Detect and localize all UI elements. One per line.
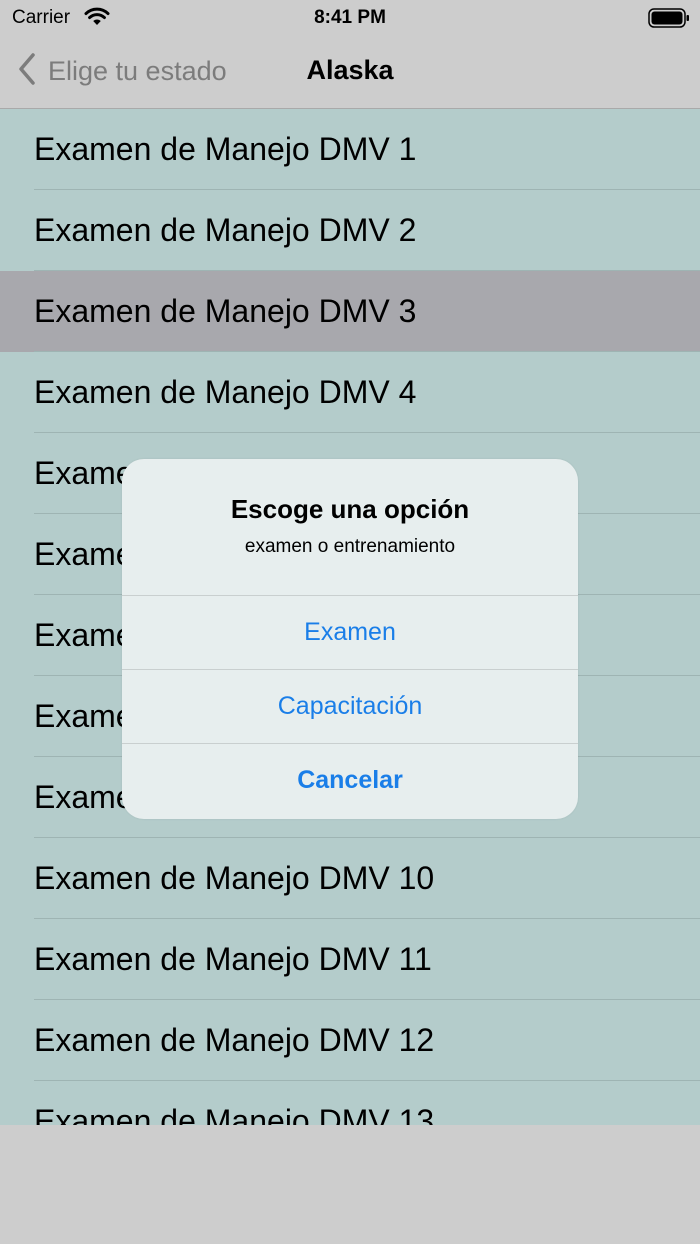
page-title: Alaska — [306, 55, 394, 85]
list-item-label: Examen de Manejo DMV 11 — [34, 941, 432, 977]
alert-title: Escoge una opción — [230, 494, 470, 524]
cancel-button[interactable]: Cancelar — [122, 743, 578, 817]
list-item[interactable]: Examen de Manejo DMV 12 — [0, 1000, 700, 1081]
list-item-label: Examen de Manejo DMV 12 — [34, 1022, 435, 1058]
list-item[interactable]: Examen de Manejo DMV 2 — [0, 190, 700, 271]
list-item-selected[interactable]: Examen de Manejo DMV 3 — [0, 271, 700, 352]
list-item[interactable]: Examen de Manejo DMV 1 — [0, 109, 700, 190]
training-button[interactable]: Capacitación — [122, 669, 578, 743]
exam-button[interactable]: Examen — [122, 595, 578, 669]
navigation-bar: Elige tu estado Alaska — [0, 36, 700, 109]
alert-message: examen o entrenamiento — [244, 536, 456, 557]
list-item-label: Examen de Manejo DMV 13 — [34, 1103, 435, 1125]
list-item-label: Examen de Manejo DMV 10 — [34, 860, 435, 896]
list-item-label: Examen de Manejo DMV 4 — [34, 374, 417, 410]
battery-icon — [648, 8, 690, 33]
list-item-label: Examen de Manejo DMV 1 — [34, 131, 417, 167]
list-item-label: Examen de Manejo DMV 2 — [34, 212, 417, 248]
status-time: 8:41 PM — [314, 7, 386, 28]
list-item-label: Examen de Manejo DMV 3 — [34, 293, 417, 329]
status-bar: Carrier 8:41 PM — [0, 0, 700, 36]
option-alert-dialog: Escoge una opción examen o entrenamiento… — [122, 459, 578, 819]
list-item[interactable]: Examen de Manejo DMV 11 — [0, 919, 700, 1000]
list-item[interactable]: Examen de Manejo DMV 10 — [0, 838, 700, 919]
list-item[interactable]: Examen de Manejo DMV 13 — [0, 1081, 700, 1125]
list-item[interactable]: Examen de Manejo DMV 4 — [0, 352, 700, 433]
